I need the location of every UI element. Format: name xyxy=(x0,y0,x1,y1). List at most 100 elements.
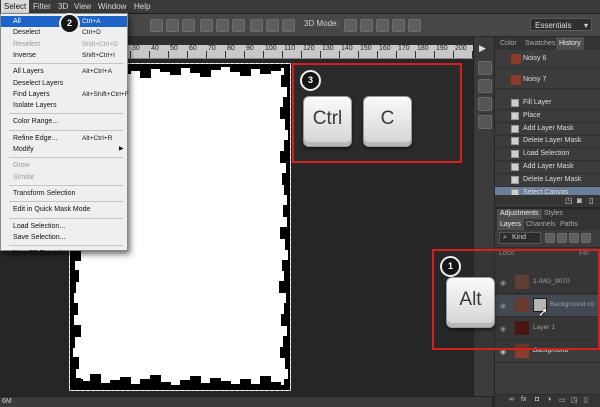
ruler-tick-mark xyxy=(434,51,435,58)
menu-view[interactable]: View xyxy=(71,0,94,13)
history-step[interactable]: Add Layer Mask xyxy=(495,123,600,136)
menu-item-label: Load Selection... xyxy=(13,222,66,230)
menu-3d[interactable]: 3D xyxy=(55,0,71,13)
history-step[interactable]: Fill Layer xyxy=(495,97,600,110)
history-snapshot[interactable]: Noisy 7 xyxy=(495,72,600,89)
brush-presets-icon[interactable] xyxy=(478,79,492,93)
ruler-tick-label: 50 xyxy=(170,45,178,52)
menu-item-shortcut: Alt+Shift+Ctrl+F xyxy=(82,90,129,98)
history-step[interactable]: Delete Layer Mask xyxy=(495,135,600,149)
ruler-tick-mark xyxy=(206,51,207,58)
ruler-tick-label: 90 xyxy=(246,45,254,52)
character-panel-icon[interactable] xyxy=(478,97,492,111)
menu-separator xyxy=(9,157,123,159)
menu-item-load-selection[interactable]: Load Selection... xyxy=(1,221,127,232)
menu-item-deselect-layers[interactable]: Deselect Layers xyxy=(1,78,127,89)
filter-type-icon[interactable] xyxy=(569,233,579,243)
distribute-top-icon[interactable] xyxy=(200,19,213,32)
3d-slide-icon[interactable] xyxy=(392,19,405,32)
menu-item-label: Edit in Quick Mask Mode xyxy=(13,206,91,214)
link-layers-icon[interactable]: ∞ xyxy=(509,396,514,403)
tab-styles[interactable]: Styles xyxy=(541,209,566,219)
menu-item-refine-edge[interactable]: Refine Edge... Alt+Ctrl+R xyxy=(1,133,127,144)
menu-item-save-selection[interactable]: Save Selection... xyxy=(1,232,127,243)
menu-item-transform-selection[interactable]: Transform Selection xyxy=(1,188,127,199)
menu-separator xyxy=(9,113,123,115)
trash-icon[interactable]: ▯ xyxy=(584,396,588,404)
menu-item-label: Reselect xyxy=(13,40,41,48)
snapshot-thumbnail xyxy=(511,75,521,85)
tab-color[interactable]: Color xyxy=(497,37,520,50)
play-icon[interactable]: ▶ xyxy=(479,43,486,54)
3d-roll-icon[interactable] xyxy=(360,19,373,32)
layer-style-icon[interactable]: fx xyxy=(521,396,526,403)
menu-item-inverse[interactable]: Inverse Shift+Ctrl+I xyxy=(1,50,127,61)
menu-select[interactable]: Select xyxy=(1,0,30,13)
cursor-pointer-icon: ➚ xyxy=(538,305,549,319)
new-layer-icon[interactable]: ◳ xyxy=(571,396,578,404)
menu-item-isolate-layers[interactable]: Isolate Layers xyxy=(1,100,127,111)
menu-filter[interactable]: Filter xyxy=(30,0,54,13)
menu-item-label: Transform Selection xyxy=(13,189,76,197)
tab-paths[interactable]: Paths xyxy=(557,219,581,230)
history-step-label: Add Layer Mask xyxy=(523,163,574,170)
menu-item-edit-in-quick-mask-mode[interactable]: Edit in Quick Mask Mode xyxy=(1,204,127,215)
3d-pan-icon[interactable] xyxy=(376,19,389,32)
distribute-left-icon[interactable] xyxy=(250,19,263,32)
tab-swatches[interactable]: Swatches xyxy=(522,37,558,50)
menu-item-color-range[interactable]: Color Range... xyxy=(1,116,127,127)
menu-item-new-3d-extrusion[interactable]: New 3D Extrusion xyxy=(1,248,127,259)
paragraph-panel-icon[interactable] xyxy=(478,115,492,129)
distribute-center-icon[interactable] xyxy=(266,19,279,32)
tab-adjustments[interactable]: Adjustments xyxy=(497,209,542,219)
ruler-tick-mark xyxy=(339,51,340,58)
menu-item-shortcut: Alt+Ctrl+R xyxy=(82,134,113,142)
align-left-icon[interactable] xyxy=(150,19,163,32)
ruler-tick-mark xyxy=(282,51,283,58)
camera-icon[interactable]: ◙ xyxy=(577,196,582,205)
tab-history[interactable]: History xyxy=(556,37,584,50)
history-step[interactable]: Add Layer Mask xyxy=(495,161,600,174)
tab-channels[interactable]: Channels xyxy=(523,219,559,230)
menu-separator xyxy=(9,129,123,131)
history-step-label: Delete Layer Mask xyxy=(523,137,582,145)
menu-window[interactable]: Window xyxy=(95,0,129,13)
menu-help[interactable]: Help xyxy=(131,0,153,13)
ruler-tick-label: 150 xyxy=(360,45,372,52)
filter-pixel-icon[interactable] xyxy=(545,233,555,243)
folder-icon[interactable]: ▭ xyxy=(559,396,566,404)
history-step[interactable]: Place xyxy=(495,110,600,123)
menu-item-all-layers[interactable]: All Layers Alt+Ctrl+A xyxy=(1,66,127,77)
align-center-icon[interactable] xyxy=(166,19,179,32)
distribute-right-icon[interactable] xyxy=(282,19,295,32)
document-tab-strip xyxy=(127,37,491,45)
add-mask-icon[interactable]: ◘ xyxy=(535,396,539,403)
distribute-bottom-icon[interactable] xyxy=(232,19,245,32)
adjustment-layer-icon[interactable]: ◑ xyxy=(547,396,551,403)
history-panel-icon[interactable] xyxy=(478,61,492,75)
menu-item-find-layers[interactable]: Find Layers Alt+Shift+Ctrl+F xyxy=(1,89,129,100)
ruler-tick-label: 200 xyxy=(455,45,467,52)
history-step-label: Add Layer Mask xyxy=(523,124,574,132)
tab-layers[interactable]: Layers xyxy=(497,219,525,230)
3d-scale-icon[interactable] xyxy=(408,19,421,32)
history-list: Noisy 6 Noisy 7 Fill Layer Place Add Layer M… xyxy=(495,51,600,200)
3d-rotate-icon[interactable] xyxy=(344,19,357,32)
filter-shape-icon[interactable] xyxy=(581,233,591,243)
menu-item-label: All xyxy=(13,18,21,25)
layer-filter-dropdown[interactable]: ⌕ Kind xyxy=(499,232,541,244)
ruler-tick-label: 160 xyxy=(379,45,391,52)
history-snapshot[interactable]: Noisy 6 xyxy=(495,51,600,68)
history-step[interactable]: Load Selection xyxy=(495,148,600,162)
ruler-tick-mark xyxy=(187,51,188,58)
new-document-from-state-icon[interactable]: ◳ xyxy=(565,196,573,205)
menu-item-grow: Grow xyxy=(1,160,127,171)
workspace-dropdown[interactable]: Essentials ▾ xyxy=(530,18,592,31)
distribute-middle-icon[interactable] xyxy=(216,19,229,32)
menu-item-label: Color Range... xyxy=(13,118,59,126)
menu-item-modify[interactable]: Modify ▶ xyxy=(1,144,127,155)
align-right-icon[interactable] xyxy=(182,19,195,32)
history-step[interactable]: Delete Layer Mask xyxy=(495,174,600,187)
trash-icon[interactable]: ▯ xyxy=(589,196,593,205)
filter-adjustment-icon[interactable] xyxy=(557,233,567,243)
